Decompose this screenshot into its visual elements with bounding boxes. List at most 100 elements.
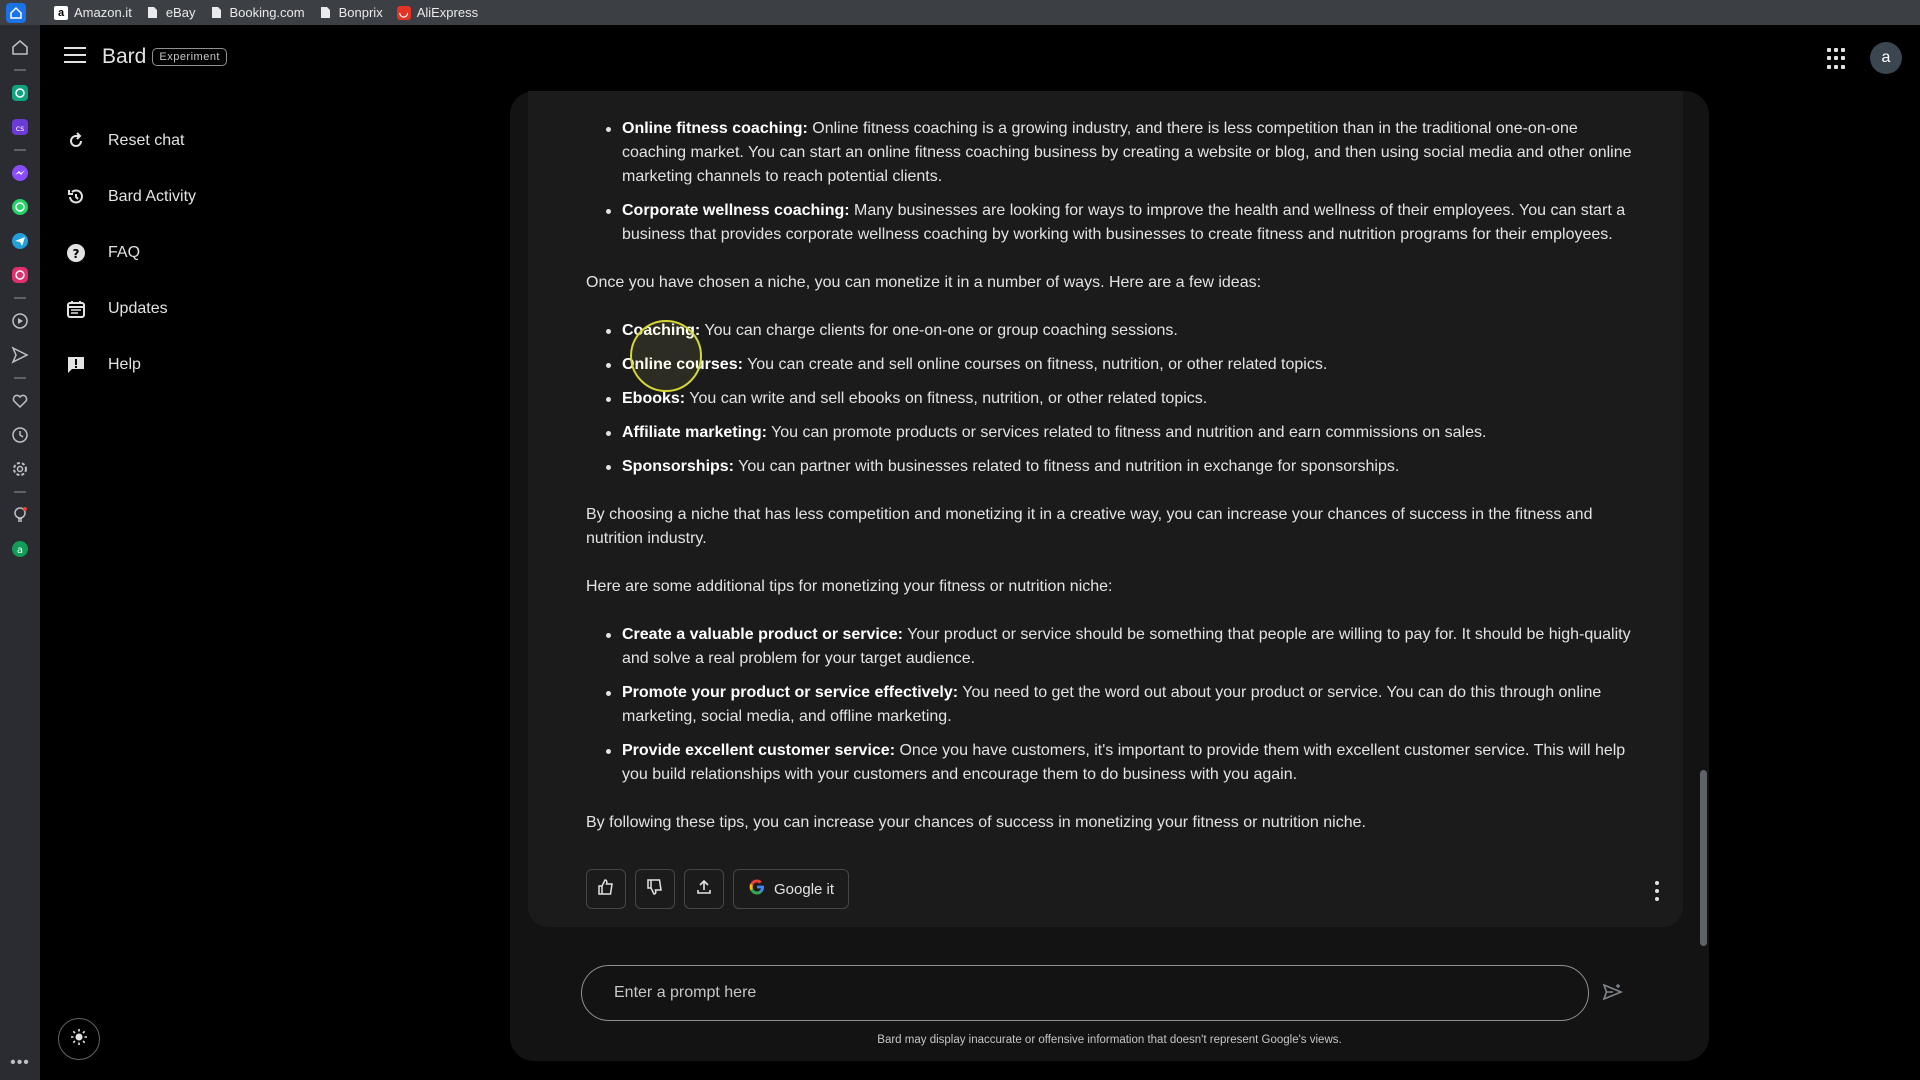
more-apps-icon[interactable]: ••• xyxy=(10,1054,30,1072)
sidebar-item-help[interactable]: Help xyxy=(64,337,196,393)
instagram-icon[interactable] xyxy=(8,263,32,287)
player-icon[interactable] xyxy=(8,309,32,333)
rail-divider xyxy=(14,377,26,379)
google-apps-icon[interactable] xyxy=(1827,48,1849,70)
svg-text:a: a xyxy=(17,545,23,556)
document-icon xyxy=(319,6,333,20)
bookmark-amazon[interactable]: a Amazon.it xyxy=(54,5,132,20)
sidebar-item-label: Updates xyxy=(108,300,168,317)
history-icon xyxy=(64,185,88,209)
response-card: Online fitness coaching: Online fitness … xyxy=(528,91,1683,927)
thumbs-down-button[interactable] xyxy=(635,869,675,909)
send-icon xyxy=(1602,981,1624,1008)
send-button[interactable] xyxy=(1600,981,1626,1007)
prompt-input[interactable] xyxy=(614,984,1514,1002)
calendar-icon xyxy=(64,297,88,321)
google-it-button[interactable]: Google it xyxy=(733,869,850,909)
niche-list: Online fitness coaching: Online fitness … xyxy=(586,117,1646,247)
svg-text:?: ? xyxy=(73,247,80,261)
sidebar-menu: Reset chat Bard Activity ? FAQ Updates H… xyxy=(64,113,196,393)
messenger-icon[interactable] xyxy=(8,161,32,185)
more-options-icon[interactable] xyxy=(1654,881,1660,901)
bookmark-ebay[interactable]: eBay xyxy=(146,5,196,20)
clock-icon[interactable] xyxy=(8,423,32,447)
sidebar-item-bard-activity[interactable]: Bard Activity xyxy=(64,169,196,225)
paragraph-summary: By choosing a niche that has less compet… xyxy=(586,506,1593,547)
sidebar-item-label: Reset chat xyxy=(108,132,185,149)
prompt-box[interactable] xyxy=(581,965,1589,1021)
help-circle-icon: ? xyxy=(64,241,88,265)
bookmark-label: Booking.com xyxy=(229,5,305,20)
experiment-badge: Experiment xyxy=(152,48,227,66)
list-item: Online courses: You can create and sell … xyxy=(586,353,1646,377)
list-item: Sponsorships: You can partner with busin… xyxy=(586,455,1646,479)
aliexpress-icon: ◡ xyxy=(396,5,411,20)
paragraph-closing: By following these tips, you can increas… xyxy=(586,814,1366,831)
cs-app-icon[interactable]: cs xyxy=(8,115,32,139)
google-g-icon xyxy=(748,878,766,900)
list-item: Corporate wellness coaching: Many busine… xyxy=(586,199,1646,247)
reset-icon xyxy=(64,129,88,153)
rail-divider xyxy=(14,149,26,151)
theme-toggle-button[interactable] xyxy=(58,1018,100,1060)
sidebar-item-updates[interactable]: Updates xyxy=(64,281,196,337)
bookmark-label: eBay xyxy=(165,5,196,20)
brand: Bard Experiment xyxy=(102,45,227,69)
list-item: Online fitness coaching: Online fitness … xyxy=(586,117,1646,189)
whatsapp-icon[interactable] xyxy=(8,195,32,219)
bookmark-booking[interactable]: Booking.com xyxy=(209,5,305,20)
sidebar-item-label: FAQ xyxy=(108,244,141,261)
bookmark-label: Amazon.it xyxy=(74,5,132,20)
avatar[interactable]: a xyxy=(1870,42,1902,74)
bookmark-bonprix[interactable]: Bonprix xyxy=(319,5,383,20)
svg-text:cs: cs xyxy=(16,124,25,133)
settings-icon[interactable] xyxy=(8,457,32,481)
sun-icon xyxy=(70,1028,88,1051)
heart-icon[interactable] xyxy=(8,389,32,413)
telegram-icon[interactable] xyxy=(8,229,32,253)
bard-app: a Amazon.it eBay Booking.com Bonprix ◡ A… xyxy=(0,0,1920,1080)
sidebar-item-faq[interactable]: ? FAQ xyxy=(64,225,196,281)
response-actions: Google it xyxy=(586,869,850,909)
sidebar-item-label: Help xyxy=(108,356,141,373)
chatgpt-icon[interactable] xyxy=(8,81,32,105)
feedback-icon xyxy=(64,353,88,377)
home-icon[interactable] xyxy=(8,35,32,59)
rail-divider xyxy=(14,491,26,493)
bookmark-label: AliExpress xyxy=(416,5,479,20)
bookmarks-bar: a Amazon.it eBay Booking.com Bonprix ◡ A… xyxy=(0,0,1920,25)
list-item: Create a valuable product or service: Yo… xyxy=(586,623,1646,671)
disclaimer-text: Bard may display inaccurate or offensive… xyxy=(877,1034,1342,1046)
document-icon xyxy=(146,6,160,20)
list-item: Affiliate marketing: You can promote pro… xyxy=(586,421,1646,445)
chat-scrollbar[interactable] xyxy=(1700,770,1707,946)
lightbulb-icon[interactable] xyxy=(8,503,32,527)
browser-home-icon[interactable] xyxy=(6,3,26,23)
send-icon[interactable] xyxy=(8,343,32,367)
list-item: Promote your product or service effectiv… xyxy=(586,681,1646,729)
ideas-list: Coaching: You can charge clients for one… xyxy=(586,319,1646,479)
paragraph-monetize-intro: Once you have chosen a niche, you can mo… xyxy=(586,274,1262,291)
chat-panel: Online fitness coaching: Online fitness … xyxy=(510,91,1709,1061)
list-item: Ebooks: You can write and sell ebooks on… xyxy=(586,387,1646,411)
bard-sidebar: Bard Experiment Reset chat Bard Activity… xyxy=(40,25,510,1080)
thumbs-down-icon xyxy=(646,878,664,900)
profile-app-icon[interactable]: a xyxy=(8,537,32,561)
amazon-icon: a xyxy=(54,5,68,20)
sidebar-item-label: Bard Activity xyxy=(108,188,197,205)
sidebar-item-reset-chat[interactable]: Reset chat xyxy=(64,113,196,169)
response-content: Online fitness coaching: Online fitness … xyxy=(586,107,1646,859)
document-icon xyxy=(209,6,223,20)
share-button[interactable] xyxy=(684,869,724,909)
list-item: Coaching: You can charge clients for one… xyxy=(586,319,1646,343)
bookmark-label: Bonprix xyxy=(338,5,383,20)
rail-divider xyxy=(14,69,26,71)
thumbs-up-button[interactable] xyxy=(586,869,626,909)
browser-sidebar-rail: cs a ••• xyxy=(0,25,40,1080)
thumbs-up-icon xyxy=(597,878,615,900)
bookmark-aliexpress[interactable]: ◡ AliExpress xyxy=(396,5,479,20)
main-menu-icon[interactable] xyxy=(64,47,86,63)
rail-divider xyxy=(14,297,26,299)
tips-list: Create a valuable product or service: Yo… xyxy=(586,623,1646,787)
list-item: Provide excellent customer service: Once… xyxy=(586,739,1646,787)
